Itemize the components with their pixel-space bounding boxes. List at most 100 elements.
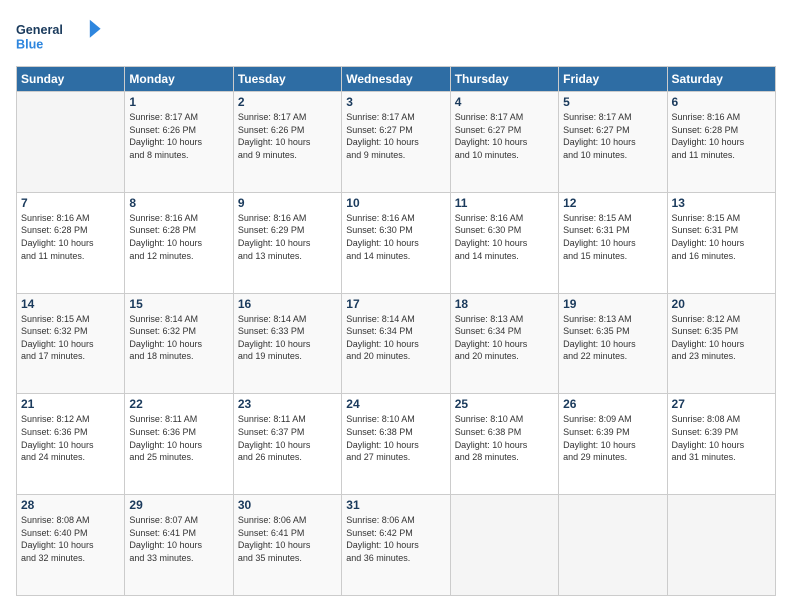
calendar-cell: 30 Sunrise: 8:06 AM Sunset: 6:41 PM Dayli… [233,495,341,596]
cell-content: Sunrise: 8:14 AM Sunset: 6:34 PM Dayligh… [346,313,445,363]
calendar-cell: 8 Sunrise: 8:16 AM Sunset: 6:28 PM Daylig… [125,192,233,293]
day-number: 28 [21,498,120,512]
weekday-header-saturday: Saturday [667,67,775,92]
cell-content: Sunrise: 8:14 AM Sunset: 6:33 PM Dayligh… [238,313,337,363]
calendar-cell: 15 Sunrise: 8:14 AM Sunset: 6:32 PM Dayli… [125,293,233,394]
logo: General Blue [16,16,106,56]
day-number: 23 [238,397,337,411]
weekday-header-row: SundayMondayTuesdayWednesdayThursdayFrid… [17,67,776,92]
svg-text:Blue: Blue [16,38,43,52]
calendar-cell: 25 Sunrise: 8:10 AM Sunset: 6:38 PM Dayli… [450,394,558,495]
cell-content: Sunrise: 8:06 AM Sunset: 6:41 PM Dayligh… [238,514,337,564]
cell-content: Sunrise: 8:17 AM Sunset: 6:26 PM Dayligh… [238,111,337,161]
calendar-cell: 20 Sunrise: 8:12 AM Sunset: 6:35 PM Dayli… [667,293,775,394]
cell-content: Sunrise: 8:12 AM Sunset: 6:35 PM Dayligh… [672,313,771,363]
calendar-cell: 26 Sunrise: 8:09 AM Sunset: 6:39 PM Dayli… [559,394,667,495]
cell-content: Sunrise: 8:13 AM Sunset: 6:35 PM Dayligh… [563,313,662,363]
calendar-cell: 19 Sunrise: 8:13 AM Sunset: 6:35 PM Dayli… [559,293,667,394]
cell-content: Sunrise: 8:17 AM Sunset: 6:27 PM Dayligh… [346,111,445,161]
weekday-header-friday: Friday [559,67,667,92]
calendar-cell: 3 Sunrise: 8:17 AM Sunset: 6:27 PM Daylig… [342,92,450,193]
calendar-table: SundayMondayTuesdayWednesdayThursdayFrid… [16,66,776,596]
week-row-3: 21 Sunrise: 8:12 AM Sunset: 6:36 PM Dayli… [17,394,776,495]
calendar-cell: 13 Sunrise: 8:15 AM Sunset: 6:31 PM Dayli… [667,192,775,293]
day-number: 20 [672,297,771,311]
cell-content: Sunrise: 8:14 AM Sunset: 6:32 PM Dayligh… [129,313,228,363]
cell-content: Sunrise: 8:16 AM Sunset: 6:28 PM Dayligh… [21,212,120,262]
cell-content: Sunrise: 8:17 AM Sunset: 6:27 PM Dayligh… [455,111,554,161]
cell-content: Sunrise: 8:08 AM Sunset: 6:40 PM Dayligh… [21,514,120,564]
day-number: 7 [21,196,120,210]
calendar-cell: 12 Sunrise: 8:15 AM Sunset: 6:31 PM Dayli… [559,192,667,293]
week-row-2: 14 Sunrise: 8:15 AM Sunset: 6:32 PM Dayli… [17,293,776,394]
calendar-cell: 7 Sunrise: 8:16 AM Sunset: 6:28 PM Daylig… [17,192,125,293]
cell-content: Sunrise: 8:12 AM Sunset: 6:36 PM Dayligh… [21,413,120,463]
day-number: 9 [238,196,337,210]
calendar-cell: 23 Sunrise: 8:11 AM Sunset: 6:37 PM Dayli… [233,394,341,495]
calendar-cell: 4 Sunrise: 8:17 AM Sunset: 6:27 PM Daylig… [450,92,558,193]
day-number: 25 [455,397,554,411]
weekday-header-wednesday: Wednesday [342,67,450,92]
day-number: 5 [563,95,662,109]
day-number: 21 [21,397,120,411]
day-number: 26 [563,397,662,411]
day-number: 4 [455,95,554,109]
day-number: 17 [346,297,445,311]
day-number: 11 [455,196,554,210]
week-row-4: 28 Sunrise: 8:08 AM Sunset: 6:40 PM Dayli… [17,495,776,596]
calendar-cell: 11Sunrise: 8:16 AM Sunset: 6:30 PM Dayli… [450,192,558,293]
week-row-0: 1Sunrise: 8:17 AM Sunset: 6:26 PM Daylig… [17,92,776,193]
weekday-header-thursday: Thursday [450,67,558,92]
weekday-header-sunday: Sunday [17,67,125,92]
day-number: 19 [563,297,662,311]
day-number: 6 [672,95,771,109]
calendar-cell [667,495,775,596]
day-number: 12 [563,196,662,210]
cell-content: Sunrise: 8:15 AM Sunset: 6:31 PM Dayligh… [672,212,771,262]
cell-content: Sunrise: 8:17 AM Sunset: 6:27 PM Dayligh… [563,111,662,161]
svg-text:General: General [16,23,63,37]
cell-content: Sunrise: 8:16 AM Sunset: 6:28 PM Dayligh… [672,111,771,161]
cell-content: Sunrise: 8:06 AM Sunset: 6:42 PM Dayligh… [346,514,445,564]
day-number: 27 [672,397,771,411]
calendar-cell: 9 Sunrise: 8:16 AM Sunset: 6:29 PM Daylig… [233,192,341,293]
cell-content: Sunrise: 8:09 AM Sunset: 6:39 PM Dayligh… [563,413,662,463]
day-number: 8 [129,196,228,210]
cell-content: Sunrise: 8:10 AM Sunset: 6:38 PM Dayligh… [346,413,445,463]
cell-content: Sunrise: 8:07 AM Sunset: 6:41 PM Dayligh… [129,514,228,564]
calendar-cell [559,495,667,596]
calendar-cell [450,495,558,596]
calendar-cell: 29 Sunrise: 8:07 AM Sunset: 6:41 PM Dayli… [125,495,233,596]
weekday-header-tuesday: Tuesday [233,67,341,92]
day-number: 18 [455,297,554,311]
cell-content: Sunrise: 8:17 AM Sunset: 6:26 PM Dayligh… [129,111,228,161]
cell-content: Sunrise: 8:15 AM Sunset: 6:32 PM Dayligh… [21,313,120,363]
calendar-cell: 21 Sunrise: 8:12 AM Sunset: 6:36 PM Dayli… [17,394,125,495]
day-number: 2 [238,95,337,109]
cell-content: Sunrise: 8:15 AM Sunset: 6:31 PM Dayligh… [563,212,662,262]
cell-content: Sunrise: 8:10 AM Sunset: 6:38 PM Dayligh… [455,413,554,463]
calendar-cell: 14 Sunrise: 8:15 AM Sunset: 6:32 PM Dayli… [17,293,125,394]
day-number: 15 [129,297,228,311]
calendar-cell: 27 Sunrise: 8:08 AM Sunset: 6:39 PM Dayli… [667,394,775,495]
day-number: 10 [346,196,445,210]
day-number: 3 [346,95,445,109]
day-number: 30 [238,498,337,512]
cell-content: Sunrise: 8:16 AM Sunset: 6:28 PM Dayligh… [129,212,228,262]
day-number: 14 [21,297,120,311]
cell-content: Sunrise: 8:11 AM Sunset: 6:37 PM Dayligh… [238,413,337,463]
cell-content: Sunrise: 8:16 AM Sunset: 6:29 PM Dayligh… [238,212,337,262]
calendar-cell: 16Sunrise: 8:14 AM Sunset: 6:33 PM Dayli… [233,293,341,394]
calendar-cell: 1Sunrise: 8:17 AM Sunset: 6:26 PM Daylig… [125,92,233,193]
calendar-cell: 6 Sunrise: 8:16 AM Sunset: 6:28 PM Daylig… [667,92,775,193]
calendar-cell: 28 Sunrise: 8:08 AM Sunset: 6:40 PM Dayli… [17,495,125,596]
calendar-cell: 2 Sunrise: 8:17 AM Sunset: 6:26 PM Daylig… [233,92,341,193]
cell-content: Sunrise: 8:13 AM Sunset: 6:34 PM Dayligh… [455,313,554,363]
cell-content: Sunrise: 8:08 AM Sunset: 6:39 PM Dayligh… [672,413,771,463]
calendar-cell: 5 Sunrise: 8:17 AM Sunset: 6:27 PM Daylig… [559,92,667,193]
calendar-cell: 24Sunrise: 8:10 AM Sunset: 6:38 PM Dayli… [342,394,450,495]
day-number: 29 [129,498,228,512]
day-number: 22 [129,397,228,411]
day-number: 13 [672,196,771,210]
week-row-1: 7 Sunrise: 8:16 AM Sunset: 6:28 PM Daylig… [17,192,776,293]
